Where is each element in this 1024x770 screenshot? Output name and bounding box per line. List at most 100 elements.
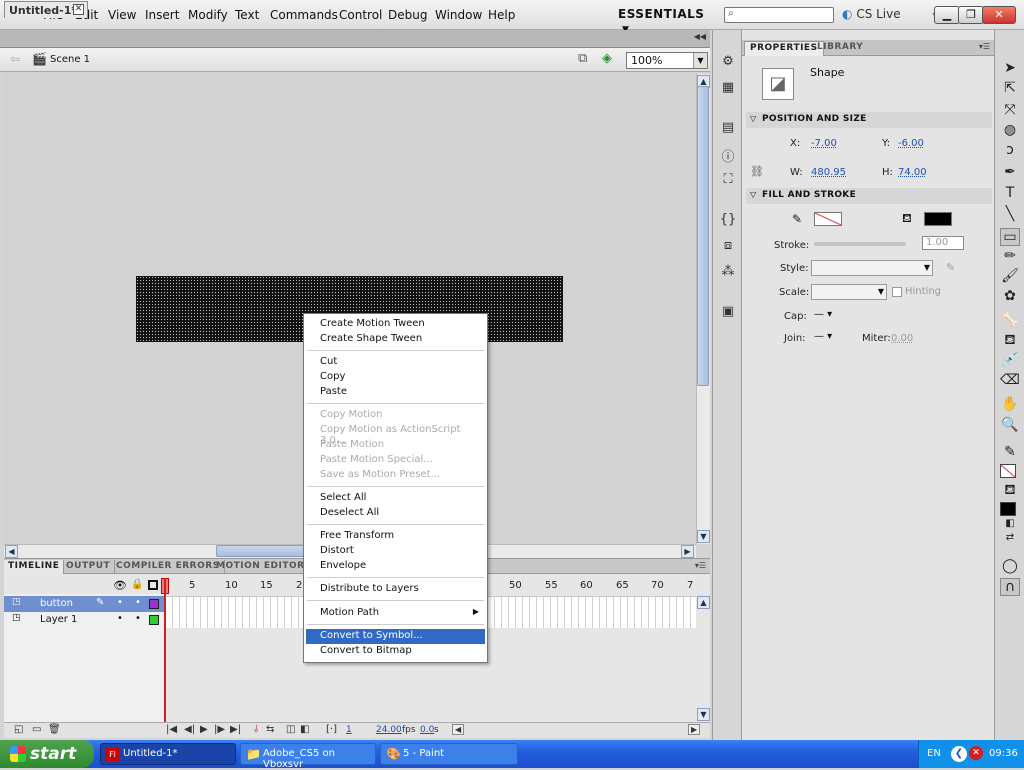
brush-tool-icon[interactable]: 🖌 xyxy=(1000,268,1020,286)
menu-envelope[interactable]: Envelope xyxy=(306,559,485,574)
fill-color-tool-swatch[interactable] xyxy=(1000,502,1016,516)
menu-commands[interactable]: Commands xyxy=(270,8,338,22)
w-value[interactable]: 480.95 xyxy=(811,167,846,178)
close-tab-icon[interactable]: ✕ xyxy=(73,4,84,15)
rectangle-tool-icon[interactable]: ▭ xyxy=(1000,228,1020,246)
pencil-tool-icon[interactable]: ✏ xyxy=(1000,248,1020,266)
3d-rotation-tool-icon[interactable]: ◍ xyxy=(1000,122,1020,140)
modify-markers-icon[interactable]: [·] xyxy=(326,724,337,735)
components-icon[interactable]: ⧈ xyxy=(719,238,737,254)
style-select[interactable]: ▼ xyxy=(811,260,933,276)
menu-insert[interactable]: Insert xyxy=(145,8,179,22)
align-icon[interactable]: ▤ xyxy=(719,120,737,136)
zoom-select[interactable]: 100% ▼ xyxy=(626,52,708,69)
hinting-checkbox[interactable] xyxy=(892,287,902,297)
visibility-dot[interactable]: • xyxy=(117,597,123,608)
menu-cut[interactable]: Cut xyxy=(306,355,485,370)
object-drawing-icon[interactable]: ◯ xyxy=(1000,558,1020,576)
scroll-right-icon[interactable]: ▶ xyxy=(681,545,694,558)
section-fill-and-stroke[interactable]: ▽ FILL AND STROKE xyxy=(746,188,992,204)
layer-row[interactable]: ◳ button ✎ • • xyxy=(4,596,164,612)
stroke-color-swatch[interactable] xyxy=(814,212,842,226)
eraser-tool-icon[interactable]: ⌫ xyxy=(1000,372,1020,390)
info-icon[interactable]: ⓘ xyxy=(719,146,737,165)
help-search-input[interactable]: ⌕ xyxy=(724,7,834,23)
back-arrow-icon[interactable]: ❮ xyxy=(951,746,967,762)
menu-distribute-to-layers[interactable]: Distribute to Layers xyxy=(306,582,485,597)
panel-menu-icon[interactable]: ▾☰ xyxy=(979,42,990,51)
transform-icon[interactable]: ⛶ xyxy=(719,172,737,188)
menu-distort[interactable]: Distort xyxy=(306,544,485,559)
motion-presets-icon[interactable]: ⁂ xyxy=(719,264,737,280)
join-select[interactable]: — ▾ xyxy=(814,331,832,342)
onion-skin-icon[interactable]: ⇆ xyxy=(266,724,274,735)
menu-paste[interactable]: Paste xyxy=(306,385,485,400)
zoom-tool-icon[interactable]: 🔍 xyxy=(1000,417,1020,435)
line-tool-icon[interactable]: ╲ xyxy=(1000,206,1020,224)
minimize-button[interactable]: ▁ xyxy=(934,6,960,24)
swap-colors-icon[interactable]: ⇄ xyxy=(1000,532,1020,550)
stroke-width-input[interactable]: 1.00 xyxy=(922,236,964,250)
tab-output[interactable]: OUTPUT xyxy=(62,560,116,574)
fill-color-icon[interactable]: ⛾ xyxy=(1000,482,1020,500)
security-alert-icon[interactable]: ✕ xyxy=(969,746,983,760)
menu-copy[interactable]: Copy xyxy=(306,370,485,385)
scroll-down-icon[interactable]: ▼ xyxy=(697,708,710,721)
x-value[interactable]: -7.00 xyxy=(811,138,837,149)
back-arrow-icon[interactable]: ⇦ xyxy=(10,52,20,66)
trash-icon[interactable]: 🗑 xyxy=(48,724,61,735)
h-value[interactable]: 74.00 xyxy=(898,167,927,178)
menu-motion-path[interactable]: Motion Path ▶ xyxy=(306,606,485,621)
hand-tool-icon[interactable]: ✋ xyxy=(1000,396,1020,414)
menu-help[interactable]: Help xyxy=(488,8,515,22)
panel-menu-icon[interactable]: ▾☰ xyxy=(695,561,706,570)
menu-create-shape-tween[interactable]: Create Shape Tween xyxy=(306,332,485,347)
edit-style-icon[interactable]: ✎ xyxy=(946,261,955,274)
menu-modify[interactable]: Modify xyxy=(188,8,228,22)
code-snippets-icon[interactable]: {} xyxy=(719,212,737,228)
outline-icon[interactable] xyxy=(148,580,158,590)
menu-window[interactable]: Window xyxy=(435,8,482,22)
scale-select[interactable]: ▼ xyxy=(811,284,887,300)
free-transform-tool-icon[interactable]: ⤧ xyxy=(1000,102,1020,120)
edit-scene-icon[interactable]: ⧉ xyxy=(578,51,587,66)
tab-compiler-errors[interactable]: COMPILER ERRORS xyxy=(112,560,225,574)
stroke-slider[interactable] xyxy=(814,242,906,246)
bone-tool-icon[interactable]: 🦴 xyxy=(1000,312,1020,330)
section-position-and-size[interactable]: ▽ POSITION AND SIZE xyxy=(746,112,992,128)
grid-icon[interactable]: ▦ xyxy=(719,80,737,96)
text-tool-icon[interactable]: T xyxy=(1000,185,1020,203)
scene-label[interactable]: Scene 1 xyxy=(50,54,90,65)
3d-rotation-icon[interactable]: ⚙ xyxy=(719,54,737,70)
play-icon[interactable]: ▶ xyxy=(200,724,208,735)
fps-value[interactable]: 24.00 xyxy=(376,725,402,735)
current-frame[interactable]: 1 xyxy=(346,725,352,735)
scroll-down-icon[interactable]: ▼ xyxy=(697,530,710,543)
lock-dot[interactable]: • xyxy=(135,613,141,624)
scroll-left-icon[interactable]: ◀ xyxy=(5,545,18,558)
cs-live-button[interactable]: ◐ CS Live ▼ xyxy=(842,7,939,21)
new-layer-icon[interactable]: ◱ xyxy=(14,724,23,735)
taskbar-item-paint[interactable]: 🎨 5 - Paint xyxy=(380,743,518,765)
center-frame-icon[interactable]: ⫰ xyxy=(254,724,258,735)
step-forward-icon[interactable]: |▶ xyxy=(214,724,225,735)
taskbar-item-folder[interactable]: 📁 Adobe_CS5 on Vboxsvr xyxy=(240,743,376,770)
elapsed-time[interactable]: 0.0 xyxy=(420,725,434,735)
layer-color-swatch[interactable] xyxy=(149,615,159,625)
taskbar-item-flash[interactable]: Fl Untitled-1* xyxy=(100,743,236,765)
layer-row[interactable]: ◳ Layer 1 • • xyxy=(4,612,164,628)
close-button[interactable]: ✕ xyxy=(982,6,1016,24)
deco-tool-icon[interactable]: ✿ xyxy=(1000,288,1020,306)
lock-proportions-icon[interactable]: ⛓ xyxy=(750,165,764,178)
scroll-right-icon[interactable]: ▶ xyxy=(688,724,701,735)
lock-dot[interactable]: • xyxy=(135,597,141,608)
stroke-color-icon[interactable]: ✎ xyxy=(1000,444,1020,462)
menu-create-motion-tween[interactable]: Create Motion Tween xyxy=(306,317,485,332)
eyedropper-tool-icon[interactable]: 💉 xyxy=(1000,352,1020,370)
edit-symbols-icon[interactable]: ◈ xyxy=(602,51,612,66)
tab-timeline[interactable]: TIMELINE xyxy=(4,560,65,574)
lasso-tool-icon[interactable]: ↄ xyxy=(1000,142,1020,160)
scene-panel-icon[interactable]: ▣ xyxy=(719,304,737,320)
y-value[interactable]: -6.00 xyxy=(898,138,924,149)
workspace-switcher[interactable]: ESSENTIALS ▼ xyxy=(618,6,712,35)
